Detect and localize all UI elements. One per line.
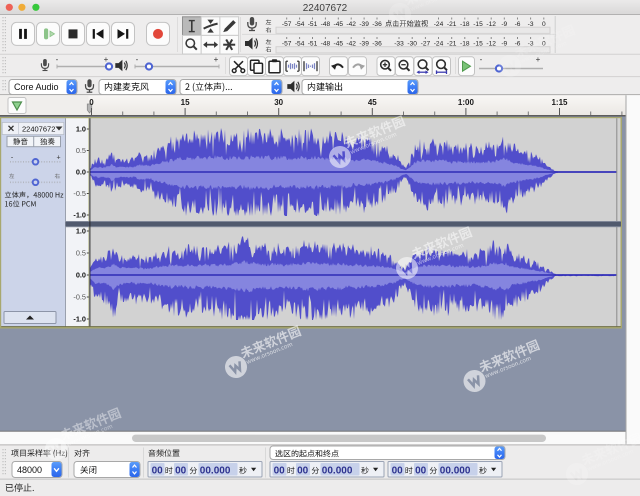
svg-text:-: -: [56, 55, 59, 64]
svg-text:00: 00: [274, 466, 286, 477]
svg-text:0.0: 0.0: [76, 168, 86, 177]
svg-text:15: 15: [181, 98, 190, 107]
svg-text:00.000: 00.000: [440, 466, 471, 477]
svg-text:Core Audio: Core Audio: [14, 82, 59, 92]
svg-text:-: -: [480, 55, 483, 64]
svg-text:00: 00: [152, 466, 164, 477]
svg-text:-1.0: -1.0: [73, 315, 86, 324]
svg-text:00: 00: [175, 466, 187, 477]
svg-text:00.000: 00.000: [200, 466, 231, 477]
svg-text:22407672: 22407672: [22, 125, 55, 134]
svg-text:30: 30: [274, 98, 283, 107]
svg-text:1.0: 1.0: [76, 125, 86, 134]
svg-text:0.0: 0.0: [76, 271, 86, 280]
svg-text:1:00: 1:00: [458, 98, 475, 107]
svg-text:0.5: 0.5: [76, 146, 86, 155]
svg-text:+: +: [56, 155, 60, 162]
svg-text:-0.5: -0.5: [73, 189, 86, 198]
svg-text:00: 00: [297, 466, 309, 477]
svg-text:00.000: 00.000: [322, 466, 353, 477]
svg-text:0.5: 0.5: [76, 249, 86, 258]
svg-text:+: +: [536, 55, 541, 64]
svg-text:1.0: 1.0: [76, 227, 86, 236]
svg-text:00: 00: [415, 466, 427, 477]
svg-text:-1.0: -1.0: [73, 211, 86, 220]
svg-text:48000: 48000: [17, 465, 42, 475]
svg-text:00: 00: [392, 466, 404, 477]
svg-text:45: 45: [368, 98, 377, 107]
svg-text:22407672: 22407672: [303, 3, 348, 14]
svg-text:+: +: [214, 55, 219, 64]
svg-text:0: 0: [89, 98, 94, 107]
svg-text:1:15: 1:15: [551, 98, 568, 107]
svg-text:-0.5: -0.5: [73, 293, 86, 302]
svg-text:-: -: [136, 55, 139, 64]
